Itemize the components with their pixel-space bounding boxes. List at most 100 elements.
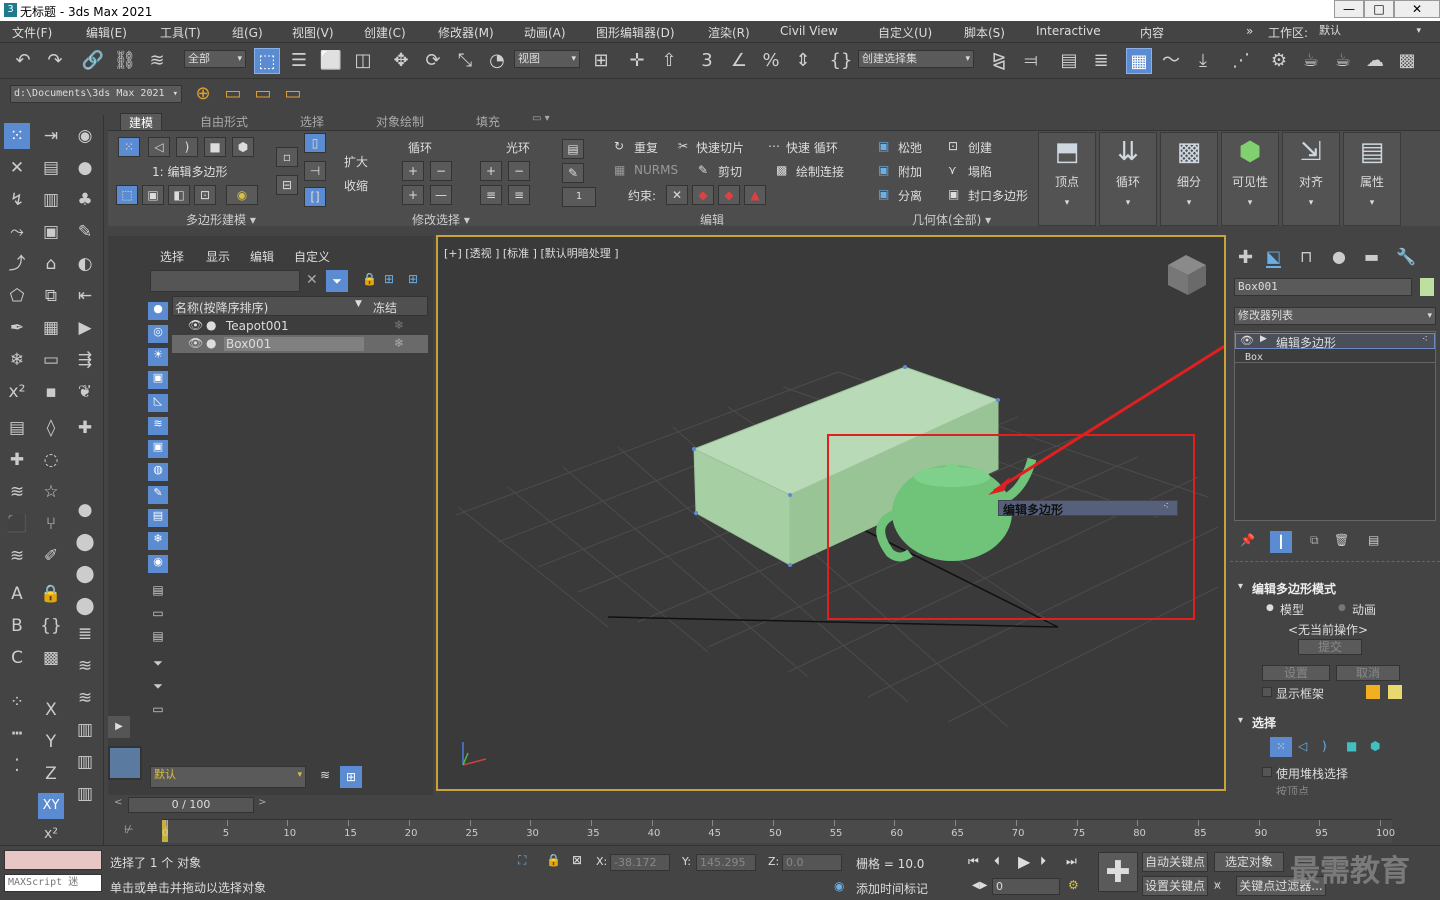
table-row[interactable]: 👁 ● Box001 ❄ bbox=[172, 335, 428, 353]
display-tab-icon[interactable]: ▬ bbox=[1364, 247, 1379, 266]
cube-half-icon[interactable]: ◧ bbox=[168, 185, 190, 205]
circle3-icon[interactable]: ⬤ bbox=[72, 593, 98, 619]
remove-modifier-icon[interactable]: 🗑 bbox=[1334, 533, 1349, 547]
helpers-filter-icon[interactable]: ◺ bbox=[148, 394, 168, 412]
globe-icon[interactable]: ◐ bbox=[72, 251, 98, 277]
create-icon[interactable]: ⊡ bbox=[948, 139, 958, 153]
element-mode-icon[interactable]: ⬢ bbox=[232, 137, 254, 157]
key-filter-icon[interactable]: ⩙ bbox=[1214, 878, 1221, 893]
time-config-icon[interactable]: ⚙ bbox=[1068, 878, 1079, 892]
graphite-tool-icon[interactable]: ⇥ bbox=[38, 123, 64, 149]
pen-icon[interactable]: ✒ bbox=[4, 315, 30, 341]
rect-selection-icon[interactable]: ⬜ bbox=[318, 48, 344, 74]
circle2-icon[interactable]: ⬤ bbox=[72, 561, 98, 587]
menu-create[interactable]: 创建(C) bbox=[364, 24, 406, 41]
time-next-icon[interactable]: > bbox=[258, 797, 266, 808]
model-radio-label[interactable]: 模型 bbox=[1280, 601, 1304, 618]
minimize-button[interactable]: — bbox=[1334, 0, 1364, 18]
plus-stack-icon[interactable]: ✚ bbox=[4, 447, 30, 473]
object-color-swatch[interactable] bbox=[1420, 278, 1434, 296]
next-frame-icon[interactable]: ⏵ bbox=[1040, 854, 1046, 869]
placement-icon[interactable]: ◔ bbox=[484, 48, 510, 74]
attach-icon[interactable]: ▣ bbox=[878, 163, 889, 177]
redo-icon[interactable]: ↷ bbox=[42, 48, 68, 74]
invert-display-icon[interactable]: ▤ bbox=[148, 629, 168, 647]
maxscript-input[interactable]: MAXScript 迷 bbox=[4, 874, 102, 892]
tree-icon[interactable]: ♣ bbox=[72, 187, 98, 213]
subdivision-panel-button[interactable]: ▩ 细分 ▾ bbox=[1160, 132, 1218, 226]
make-unique-icon[interactable]: ⧉ bbox=[1310, 533, 1319, 548]
sel-poly-icon[interactable]: ■ bbox=[1346, 739, 1357, 753]
selection-lock-icon[interactable]: 🔒 bbox=[546, 853, 561, 867]
time-slider[interactable]: 0 / 100 bbox=[128, 797, 254, 813]
dot-icon[interactable]: ● bbox=[72, 497, 98, 523]
visibility-eye-icon[interactable]: 👁 bbox=[188, 336, 203, 350]
axis-xz-icon[interactable]: x² bbox=[38, 821, 64, 847]
time-tag-icon[interactable]: ◉ bbox=[834, 879, 844, 893]
cage-color-2[interactable] bbox=[1388, 685, 1402, 699]
ring-icon[interactable]: ◌ bbox=[38, 447, 64, 473]
render-online-icon[interactable]: ▩ bbox=[1394, 48, 1420, 74]
grow-button[interactable]: 扩大 bbox=[344, 153, 368, 170]
select-by-name-icon[interactable]: ☰ bbox=[286, 48, 312, 74]
fork-icon[interactable]: ⑂ bbox=[38, 511, 64, 537]
pin-stack-icon[interactable]: 📌 bbox=[1240, 533, 1255, 547]
loop-button[interactable]: 循环 bbox=[408, 139, 432, 156]
hierarchy-tab-icon[interactable]: ⊓ bbox=[1300, 247, 1312, 266]
vertices-panel-button[interactable]: ⬒ 顶点 ▾ bbox=[1038, 132, 1096, 226]
manipulate-icon[interactable]: ✛ bbox=[624, 48, 650, 74]
animate-radio-icon[interactable]: ● bbox=[1338, 603, 1346, 613]
paint-connect-button[interactable]: 绘制连接 bbox=[796, 163, 844, 180]
se-menu-customize[interactable]: 自定义 bbox=[294, 248, 330, 265]
leaf-icon[interactable]: ❦ bbox=[72, 379, 98, 405]
rotate-icon[interactable]: ⟳ bbox=[420, 48, 446, 74]
freeze-icon[interactable]: ❄ bbox=[394, 318, 404, 332]
render-icon[interactable]: ☁ bbox=[1362, 48, 1388, 74]
filter-icon[interactable]: ⏷ bbox=[326, 270, 348, 292]
configure-sets-icon[interactable]: ▤ bbox=[1368, 533, 1379, 547]
unlink-icon[interactable]: ⛓ bbox=[112, 48, 138, 74]
relax-icon[interactable]: ▣ bbox=[878, 139, 889, 153]
dotted-b-icon[interactable]: ⁚ bbox=[4, 753, 30, 779]
selected-object-dropdown[interactable]: 选定对象 bbox=[1214, 852, 1284, 872]
isolate-icon[interactable]: ⛶ bbox=[518, 853, 526, 868]
x-coord-field[interactable]: -38.172 bbox=[610, 854, 670, 871]
swiftloop-button[interactable]: 快速 循环 bbox=[786, 139, 838, 156]
detach-icon[interactable]: ▣ bbox=[878, 187, 889, 201]
clear-search-icon[interactable]: ✕ bbox=[306, 272, 318, 288]
spacewarps-filter-icon[interactable]: ≋ bbox=[148, 417, 168, 435]
selection-collapse-icon[interactable]: ▾ bbox=[1238, 715, 1243, 726]
group-poly-modeling[interactable]: 多边形建模 ▾ bbox=[186, 211, 256, 228]
edit-named-sets-icon[interactable]: {} bbox=[828, 48, 854, 74]
loop-shift2-icon[interactable]: — bbox=[430, 185, 452, 205]
group-modify-selection[interactable]: 修改选择 ▾ bbox=[412, 211, 470, 228]
menu-group[interactable]: 组(G) bbox=[232, 24, 263, 41]
curve-toggle-icon[interactable]: ⊬ bbox=[124, 823, 134, 836]
time-prev-icon[interactable]: < bbox=[114, 797, 122, 808]
loops-panel-button[interactable]: ⇊ 循环 ▾ bbox=[1099, 132, 1157, 226]
text-a-icon[interactable]: A bbox=[4, 581, 30, 607]
detach-button[interactable]: 分离 bbox=[898, 187, 922, 204]
sel-vertex-icon[interactable]: ⁙ bbox=[1270, 737, 1292, 757]
vertex-mode-icon[interactable]: ⁙ bbox=[118, 137, 140, 157]
material-editor-icon[interactable]: ⚙ bbox=[1266, 48, 1292, 74]
stack3-icon[interactable]: ≣ bbox=[72, 621, 98, 647]
grid-icon[interactable]: ▦ bbox=[38, 315, 64, 341]
move-icon[interactable]: ✥ bbox=[388, 48, 414, 74]
tab-populate[interactable]: 填充 bbox=[476, 113, 500, 130]
ring-button[interactable]: 光环 bbox=[506, 139, 530, 156]
axis-x-icon[interactable]: X bbox=[38, 697, 64, 723]
mirror-icon[interactable]: ⧎ bbox=[986, 48, 1012, 74]
project-settings-icon[interactable]: ▭ bbox=[280, 81, 306, 107]
nurms-icon[interactable]: ▦ bbox=[614, 163, 625, 177]
z-coord-field[interactable]: 0.0 bbox=[782, 854, 842, 871]
viewport-layout-icon[interactable] bbox=[108, 746, 142, 780]
schematic-view-icon[interactable]: ⋰ bbox=[1228, 48, 1254, 74]
window-crossing-icon[interactable]: ◫ bbox=[350, 48, 376, 74]
sel-element-icon[interactable]: ⬢ bbox=[1370, 739, 1380, 753]
lights-filter-icon[interactable]: ☀ bbox=[148, 348, 168, 366]
groups-filter-icon[interactable]: ▣ bbox=[148, 440, 168, 458]
layer-dropdown[interactable]: 默认 bbox=[150, 766, 306, 788]
commit-button[interactable]: 提交 bbox=[1298, 639, 1362, 655]
stack8-icon[interactable]: ▥ bbox=[72, 781, 98, 807]
